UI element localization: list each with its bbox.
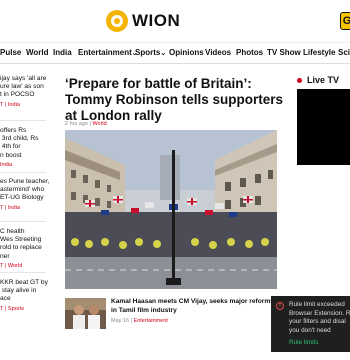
divider (0, 272, 46, 273)
divider (0, 120, 46, 121)
article-meta: 2 hrs ago | World (65, 121, 107, 127)
nav-item-tv-show[interactable]: TV Show (267, 48, 301, 57)
nav-item-sports[interactable]: Sports⌄ (135, 48, 166, 57)
nav-item-photos[interactable]: Photos (236, 48, 263, 57)
nav-item-world[interactable]: World (26, 48, 49, 57)
nav-item-label: Entertainment (78, 48, 132, 57)
nav-item-entertainment[interactable]: Entertainment⌄ (78, 48, 138, 57)
list-item-meta: T | India (0, 204, 21, 211)
main-nav: Pulse World India Entertainment⌄ Sports⌄… (0, 42, 350, 64)
article-title[interactable]: ‘Prepare for battle of Britain’: Tommy R… (65, 76, 285, 124)
related-meta: May 16 | Entertainment (111, 318, 168, 324)
wion-logo[interactable]: WION (106, 9, 180, 33)
alert-icon: ! (276, 302, 284, 310)
rule-limits-link[interactable]: Rule limits (289, 339, 318, 346)
list-item-title: offers Rs 3rd child, Rs 4th for n boost (0, 127, 39, 159)
live-dot-icon (297, 77, 302, 83)
nav-item-opinions[interactable]: Opinions (169, 48, 204, 57)
extension-toast: ! Rule limit exceeded Browser Extension.… (271, 296, 350, 352)
logo-text: WION (132, 11, 181, 30)
nav-item-lifestyle[interactable]: Lifestyle (303, 48, 335, 57)
wion-logo-icon (106, 10, 128, 32)
site-header: WION G (0, 0, 350, 42)
nav-item-label: Sports (135, 48, 161, 57)
list-item-meta: T | India (0, 101, 21, 108)
article-hero-image[interactable] (65, 130, 277, 289)
live-tv-heading[interactable]: Live TV (297, 75, 339, 85)
related-thumbnail[interactable] (65, 298, 106, 329)
live-tv-player[interactable] (297, 89, 350, 165)
article-category[interactable]: World (92, 121, 106, 127)
list-item-title: KKR beat GT by stay alive in ace (0, 279, 48, 303)
list-item[interactable]: offers Rs 3rd child, Rs 4th for n boost … (0, 127, 50, 168)
list-item[interactable]: es Pune teacher, astermind' who ET-UG Bi… (0, 178, 50, 211)
list-item[interactable]: KKR beat GT by stay alive in ace T | Spo… (0, 279, 50, 312)
list-item[interactable]: ijay says 'all are ure law' as son t in … (0, 75, 50, 108)
related-title[interactable]: Kamal Haasan meets CM Vijay, seeks major… (111, 298, 281, 315)
related-article[interactable]: Kamal Haasan meets CM Vijay, seeks major… (65, 298, 280, 330)
article-time: 2 hrs ago (65, 121, 88, 127)
nav-item-videos[interactable]: Videos (205, 48, 231, 57)
list-item-title: es Pune teacher, astermind' who ET-UG Bi… (0, 178, 50, 202)
related-category[interactable]: Entertainment (134, 318, 168, 324)
header-action-button[interactable]: G (340, 12, 350, 30)
toast-message: Rule limit exceeded Browser Extension. R… (289, 301, 350, 334)
rally-photo (65, 130, 277, 289)
related-date: May 16 (111, 318, 130, 324)
nav-item-science[interactable]: Scie (338, 48, 350, 57)
list-item-meta: T | Sports (0, 305, 25, 312)
nav-item-pulse[interactable]: Pulse (0, 48, 21, 57)
divider (0, 221, 46, 222)
list-item[interactable]: C health Wes Streeting rold to replace n… (0, 228, 50, 269)
nav-item-india[interactable]: India (53, 48, 72, 57)
divider (0, 172, 46, 173)
live-tv-label: Live TV (307, 75, 340, 85)
chevron-down-icon: ⌄ (160, 50, 167, 57)
related-photo (65, 298, 106, 329)
list-item-title: ijay says 'all are ure law' as son t in … (0, 75, 47, 99)
list-item-meta: India (0, 161, 13, 168)
list-item-meta: T | World (0, 262, 23, 269)
left-news-list: ijay says 'all are ure law' as son t in … (0, 66, 50, 360)
list-item-title: C health Wes Streeting rold to replace n… (0, 228, 42, 260)
